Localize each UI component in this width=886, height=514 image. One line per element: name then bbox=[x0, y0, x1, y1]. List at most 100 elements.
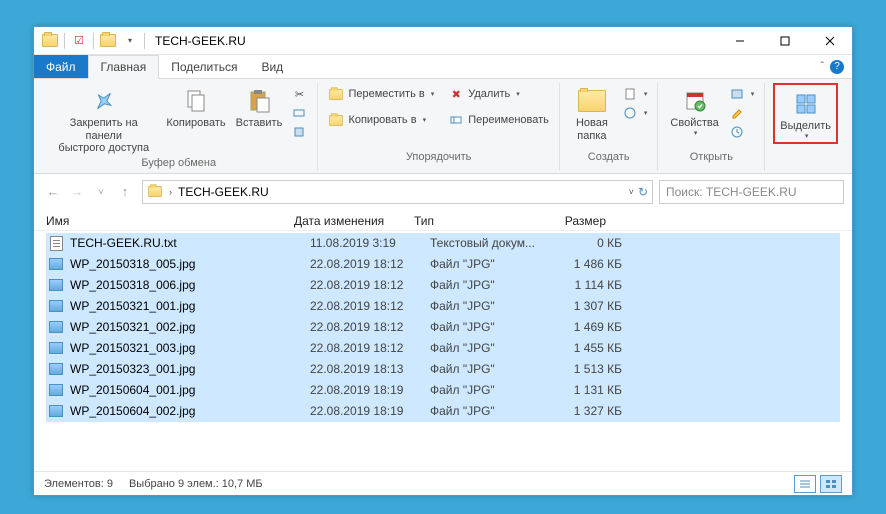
image-file-icon bbox=[48, 403, 64, 419]
breadcrumb-segment[interactable]: TECH-GEEK.RU bbox=[178, 185, 269, 199]
chevron-down-icon: ▾ bbox=[423, 116, 427, 124]
column-size[interactable]: Размер bbox=[532, 214, 622, 228]
file-date: 22.08.2019 18:13 bbox=[310, 362, 430, 376]
file-size: 1 455 КБ bbox=[548, 341, 638, 355]
file-name: WP_20150604_002.jpg bbox=[70, 404, 310, 418]
chevron-down-icon: ▾ bbox=[644, 109, 648, 117]
explorer-window: ☑ ▾ TECH-GEEK.RU Файл Главная Поделиться… bbox=[33, 26, 853, 496]
history-icon bbox=[729, 124, 745, 140]
address-dropdown-icon[interactable]: ˅ bbox=[629, 187, 634, 197]
new-folder-label: Новая папка bbox=[576, 117, 608, 142]
properties-icon bbox=[679, 87, 711, 115]
file-date: 22.08.2019 18:12 bbox=[310, 257, 430, 271]
new-item-button[interactable]: ▾ bbox=[620, 85, 650, 103]
close-button[interactable] bbox=[807, 27, 852, 55]
paste-button[interactable]: Вставить bbox=[233, 83, 286, 130]
move-to-button[interactable]: Переместить в▾ bbox=[326, 85, 436, 103]
paste-shortcut-button[interactable] bbox=[289, 123, 309, 141]
new-folder-button[interactable]: Новая папка bbox=[568, 83, 616, 142]
file-size: 1 114 КБ bbox=[548, 278, 638, 292]
file-date: 22.08.2019 18:12 bbox=[310, 320, 430, 334]
image-file-icon bbox=[48, 340, 64, 356]
file-list: TECH-GEEK.RU.txt11.08.2019 3:19Текстовый… bbox=[34, 231, 852, 471]
file-row[interactable]: WP_20150318_005.jpg22.08.2019 18:12Файл … bbox=[46, 254, 840, 275]
column-name[interactable]: Имя bbox=[46, 214, 294, 228]
forward-button[interactable]: → bbox=[66, 181, 88, 203]
file-size: 1 469 КБ bbox=[548, 320, 638, 334]
new-folder-icon bbox=[576, 87, 608, 115]
back-button[interactable]: ← bbox=[42, 181, 64, 203]
select-icon bbox=[790, 90, 822, 118]
maximize-button[interactable] bbox=[762, 27, 807, 55]
paste-label: Вставить bbox=[236, 117, 283, 130]
separator bbox=[144, 33, 145, 49]
cut-icon: ✂ bbox=[291, 86, 307, 102]
file-date: 22.08.2019 18:12 bbox=[310, 299, 430, 313]
help-icon[interactable]: ? bbox=[830, 60, 844, 74]
view-icons-button[interactable] bbox=[820, 475, 842, 493]
file-type: Файл "JPG" bbox=[430, 383, 548, 397]
file-row[interactable]: WP_20150318_006.jpg22.08.2019 18:12Файл … bbox=[46, 275, 840, 296]
file-type: Текстовый докум... bbox=[430, 236, 548, 250]
pin-button[interactable]: Закрепить на панели быстрого доступа bbox=[48, 83, 159, 155]
refresh-icon[interactable]: ↻ bbox=[638, 185, 648, 199]
view-details-button[interactable] bbox=[794, 475, 816, 493]
edit-button[interactable] bbox=[727, 104, 757, 122]
file-row[interactable]: WP_20150321_003.jpg22.08.2019 18:12Файл … bbox=[46, 338, 840, 359]
tab-view[interactable]: Вид bbox=[249, 55, 295, 78]
tab-file[interactable]: Файл bbox=[34, 55, 88, 78]
file-type: Файл "JPG" bbox=[430, 299, 548, 313]
easy-access-button[interactable]: ▾ bbox=[620, 104, 650, 122]
image-file-icon bbox=[48, 361, 64, 377]
rename-button[interactable]: Переименовать bbox=[446, 111, 551, 129]
file-row[interactable]: TECH-GEEK.RU.txt11.08.2019 3:19Текстовый… bbox=[46, 233, 840, 254]
delete-icon: ✖ bbox=[448, 86, 464, 102]
file-row[interactable]: WP_20150321_001.jpg22.08.2019 18:12Файл … bbox=[46, 296, 840, 317]
rename-icon bbox=[448, 112, 464, 128]
chevron-down-icon: ▾ bbox=[516, 90, 520, 98]
recent-dropdown[interactable]: ˅ bbox=[90, 181, 112, 203]
minimize-ribbon-icon[interactable]: ˆ bbox=[821, 61, 824, 72]
properties-button[interactable]: Свойства ▾ bbox=[666, 83, 722, 138]
history-button[interactable] bbox=[727, 123, 757, 141]
file-type: Файл "JPG" bbox=[430, 362, 548, 376]
highlight-annotation: Выделить ▾ bbox=[773, 83, 838, 144]
ribbon-group-new: Новая папка ▾ ▾ Создать bbox=[560, 83, 659, 171]
copy-to-button[interactable]: Копировать в▾ bbox=[326, 111, 436, 129]
minimize-button[interactable] bbox=[717, 27, 762, 55]
tab-share[interactable]: Поделиться bbox=[159, 55, 249, 78]
select-button[interactable]: Выделить ▾ bbox=[776, 86, 835, 141]
file-type: Файл "JPG" bbox=[430, 341, 548, 355]
chevron-down-icon: ▾ bbox=[644, 90, 648, 98]
file-date: 22.08.2019 18:12 bbox=[310, 341, 430, 355]
window-controls bbox=[717, 27, 852, 55]
quick-access-toolbar: ☑ ▾ bbox=[34, 31, 147, 51]
ribbon-group-organize: Переместить в▾ Копировать в▾ ✖Удалить▾ П… bbox=[318, 83, 559, 171]
file-row[interactable]: WP_20150323_001.jpg22.08.2019 18:13Файл … bbox=[46, 359, 840, 380]
copy-button[interactable]: Копировать bbox=[163, 83, 228, 130]
qa-dropdown-icon[interactable]: ▾ bbox=[120, 31, 140, 51]
column-type[interactable]: Тип bbox=[414, 214, 532, 228]
open-button[interactable]: ▾ bbox=[727, 85, 757, 103]
pin-icon bbox=[88, 87, 120, 115]
statusbar: Элементов: 9 Выбрано 9 элем.: 10,7 МБ bbox=[34, 471, 852, 495]
file-row[interactable]: WP_20150604_002.jpg22.08.2019 18:19Файл … bbox=[46, 401, 840, 422]
delete-button[interactable]: ✖Удалить▾ bbox=[446, 85, 551, 103]
separator bbox=[93, 33, 94, 49]
file-row[interactable]: WP_20150604_001.jpg22.08.2019 18:19Файл … bbox=[46, 380, 840, 401]
up-button[interactable]: ↑ bbox=[114, 181, 136, 203]
cut-button[interactable]: ✂ bbox=[289, 85, 309, 103]
open-icon bbox=[729, 86, 745, 102]
search-input[interactable]: Поиск: TECH-GEEK.RU bbox=[659, 180, 844, 204]
tab-home[interactable]: Главная bbox=[88, 55, 160, 79]
image-file-icon bbox=[48, 277, 64, 293]
file-row[interactable]: WP_20150321_002.jpg22.08.2019 18:12Файл … bbox=[46, 317, 840, 338]
qa-properties-icon[interactable]: ☑ bbox=[69, 31, 89, 51]
copy-path-button[interactable] bbox=[289, 104, 309, 122]
file-size: 0 КБ bbox=[548, 236, 638, 250]
titlebar: ☑ ▾ TECH-GEEK.RU bbox=[34, 27, 852, 55]
file-size: 1 513 КБ bbox=[548, 362, 638, 376]
column-date[interactable]: Дата изменения bbox=[294, 214, 414, 228]
file-name: WP_20150323_001.jpg bbox=[70, 362, 310, 376]
address-input[interactable]: › TECH-GEEK.RU ˅ ↻ bbox=[142, 180, 653, 204]
